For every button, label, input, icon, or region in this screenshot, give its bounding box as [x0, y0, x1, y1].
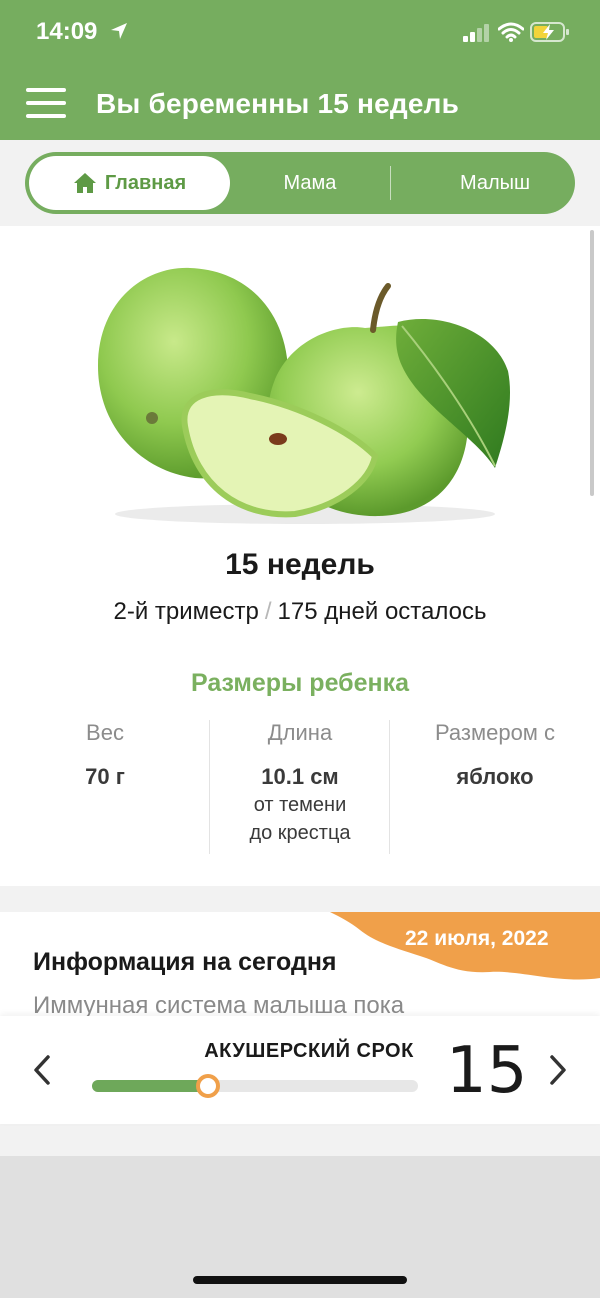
segmented-control: Главная Мама Малыш [25, 152, 575, 214]
week-slider[interactable] [92, 1074, 418, 1098]
trimester-line: 2-й триместр/175 дней осталось [0, 598, 600, 626]
tab-home-label: Главная [104, 171, 187, 194]
info-date: 22 июля, 2022 [405, 927, 549, 950]
weight-value: 70 г [85, 764, 125, 789]
length-value: 10.1 см [261, 764, 339, 789]
home-indicator[interactable] [193, 1276, 407, 1284]
status-bar: 14:09 [0, 0, 600, 64]
length-stat: Длина 10.1 см от темени до крестца [210, 720, 390, 846]
location-arrow-icon [111, 23, 127, 39]
week-slider-fill [92, 1080, 208, 1092]
weight-stat: Вес 70 г [15, 720, 195, 790]
tab-mama[interactable]: Мама [235, 156, 385, 210]
week-card: 15 недель 2-й триместр/175 дней осталось… [0, 226, 600, 886]
chevron-left-icon[interactable] [32, 1054, 52, 1086]
trimester-text: 2-й триместр [113, 598, 259, 625]
cellular-signal-icon [463, 24, 489, 42]
size-comparison-stat: Размером с яблоко [405, 720, 585, 790]
chevron-right-icon[interactable] [548, 1054, 568, 1086]
tab-home[interactable]: Главная [29, 156, 230, 210]
daily-info-card[interactable]: 22 июля, 2022 Информация на сегодня Имму… [0, 912, 600, 1022]
tab-baby[interactable]: Малыш [420, 156, 570, 210]
tab-divider [390, 166, 391, 200]
days-left-text: 175 дней осталось [277, 598, 487, 625]
tab-bar: Главная Мама Малыш [0, 140, 600, 226]
obstetric-term-label: АКУШЕРСКИЙ СРОК [204, 1040, 414, 1062]
week-slider-handle[interactable] [195, 1074, 220, 1098]
trimester-separator: / [264, 598, 272, 625]
info-title: Информация на сегодня [33, 948, 337, 976]
home-icon [73, 173, 96, 193]
weeks-heading: 15 недель [225, 548, 375, 581]
length-label: Длина [267, 720, 333, 745]
baby-sizes-title: Размеры ребенка [190, 669, 410, 697]
weight-label: Вес [86, 720, 124, 745]
hamburger-menu-icon[interactable] [26, 88, 68, 120]
length-note-line-2: до крестца [249, 822, 351, 844]
app-header: 14:09 Вы беременны 15 недель [0, 0, 600, 140]
current-week-number: 15 [446, 1034, 528, 1108]
length-note-line-1: от темени [253, 794, 347, 816]
nav-bar: Вы беременны 15 недель [0, 70, 600, 140]
size-comparison-label: Размером с [434, 720, 556, 745]
page-title: Вы беременны 15 недель [96, 88, 460, 119]
battery-charging-icon [530, 22, 569, 42]
size-comparison-value: яблоко [456, 764, 534, 789]
scrollbar[interactable] [590, 230, 594, 496]
green-apple-illustration [98, 267, 511, 524]
status-time: 14:09 [36, 18, 98, 45]
week-selector: АКУШЕРСКИЙ СРОК 15 [0, 1016, 600, 1124]
wifi-icon [498, 22, 524, 42]
stat-divider [389, 720, 390, 854]
